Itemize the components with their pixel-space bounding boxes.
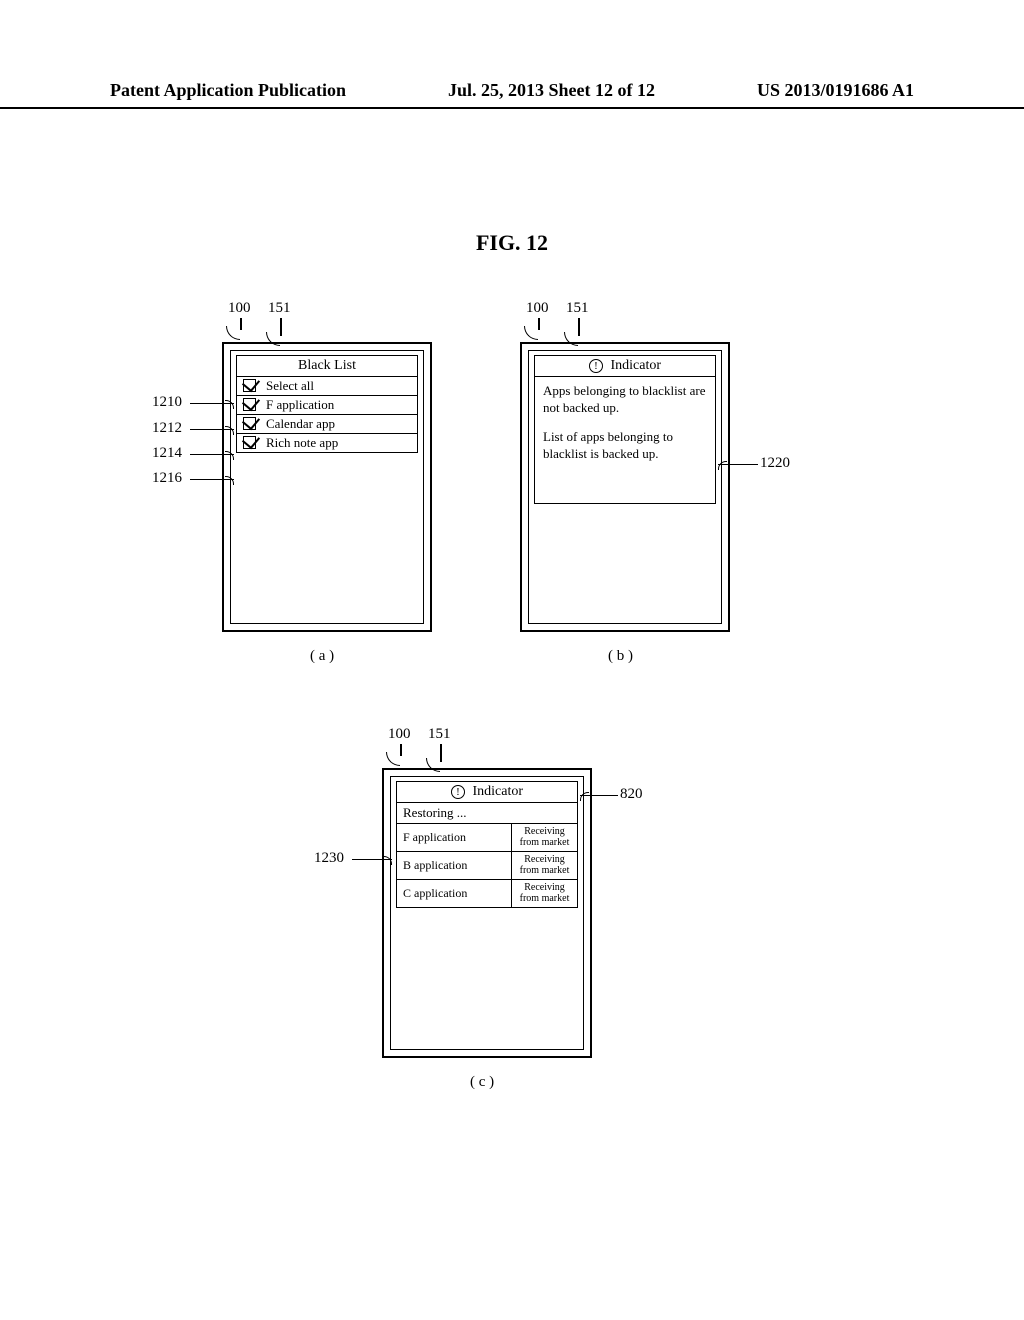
alert-icon: ! xyxy=(589,359,603,373)
sublabel-b: ( b ) xyxy=(608,648,633,665)
row-calendar-app[interactable]: Calendar app xyxy=(236,415,418,434)
app-name: B application xyxy=(397,852,511,879)
msg-line-1: Apps belonging to blacklist are not back… xyxy=(543,383,707,417)
screen-c: ! Indicator Restoring ... F application … xyxy=(390,776,584,1050)
ref-1212: 1212 xyxy=(152,420,182,437)
row-label: Select all xyxy=(266,378,314,394)
phone-c: ! Indicator Restoring ... F application … xyxy=(382,768,592,1058)
checkbox-icon[interactable] xyxy=(243,436,256,449)
row-select-all[interactable]: Select all xyxy=(236,376,418,396)
app-name: F application xyxy=(397,824,511,851)
status-label: Receiving from market xyxy=(511,852,577,879)
row-f-app[interactable]: F application xyxy=(236,396,418,415)
checkbox-icon[interactable] xyxy=(243,417,256,430)
ref-151-b: 151 xyxy=(566,300,589,317)
app-name: C application xyxy=(397,880,511,907)
pub-label: Patent Application Publication xyxy=(110,80,346,101)
screen-a: Black List Select all F application Cale… xyxy=(230,350,424,624)
ref-151-a: 151 xyxy=(268,300,291,317)
ref-1220: 1220 xyxy=(760,455,790,472)
checkbox-icon[interactable] xyxy=(243,379,256,392)
row-rich-note-app[interactable]: Rich note app xyxy=(236,434,418,453)
restoring-header: Restoring ... xyxy=(396,803,578,824)
status-label: Receiving from market xyxy=(511,880,577,907)
ref-100-c: 100 xyxy=(388,726,411,743)
sublabel-a: ( a ) xyxy=(310,648,334,665)
row-label: Rich note app xyxy=(266,435,338,451)
alert-icon: ! xyxy=(451,785,465,799)
sublabel-c: ( c ) xyxy=(470,1074,494,1091)
ref-100-a: 100 xyxy=(228,300,251,317)
indicator-title-b: ! Indicator xyxy=(534,355,716,377)
restore-row-f: F application Receiving from market xyxy=(396,824,578,852)
msg-line-2: List of apps belonging to blacklist is b… xyxy=(543,429,707,463)
indicator-title-c: ! Indicator xyxy=(396,781,578,803)
ref-820: 820 xyxy=(620,786,643,803)
phone-b: ! Indicator Apps belonging to blacklist … xyxy=(520,342,730,632)
status-label: Receiving from market xyxy=(511,824,577,851)
blacklist-message-box: Apps belonging to blacklist are not back… xyxy=(534,377,716,504)
row-label: Calendar app xyxy=(266,416,335,432)
ref-1216: 1216 xyxy=(152,470,182,487)
blacklist-title: Black List xyxy=(236,355,418,377)
ref-151-c: 151 xyxy=(428,726,451,743)
ref-1210: 1210 xyxy=(152,394,182,411)
restore-row-c: C application Receiving from market xyxy=(396,880,578,908)
sheet-label: Jul. 25, 2013 Sheet 12 of 12 xyxy=(448,80,655,101)
checkbox-icon[interactable] xyxy=(243,398,256,411)
ref-100-b: 100 xyxy=(526,300,549,317)
figure-title: FIG. 12 xyxy=(0,230,1024,256)
restore-row-b: B application Receiving from market xyxy=(396,852,578,880)
screen-b: ! Indicator Apps belonging to blacklist … xyxy=(528,350,722,624)
phone-a: Black List Select all F application Cale… xyxy=(222,342,432,632)
row-label: F application xyxy=(266,397,334,413)
pub-number: US 2013/0191686 A1 xyxy=(757,80,914,101)
figure-canvas: Black List Select all F application Cale… xyxy=(0,300,1024,1200)
ref-1230: 1230 xyxy=(314,850,344,867)
ref-1214: 1214 xyxy=(152,445,182,462)
